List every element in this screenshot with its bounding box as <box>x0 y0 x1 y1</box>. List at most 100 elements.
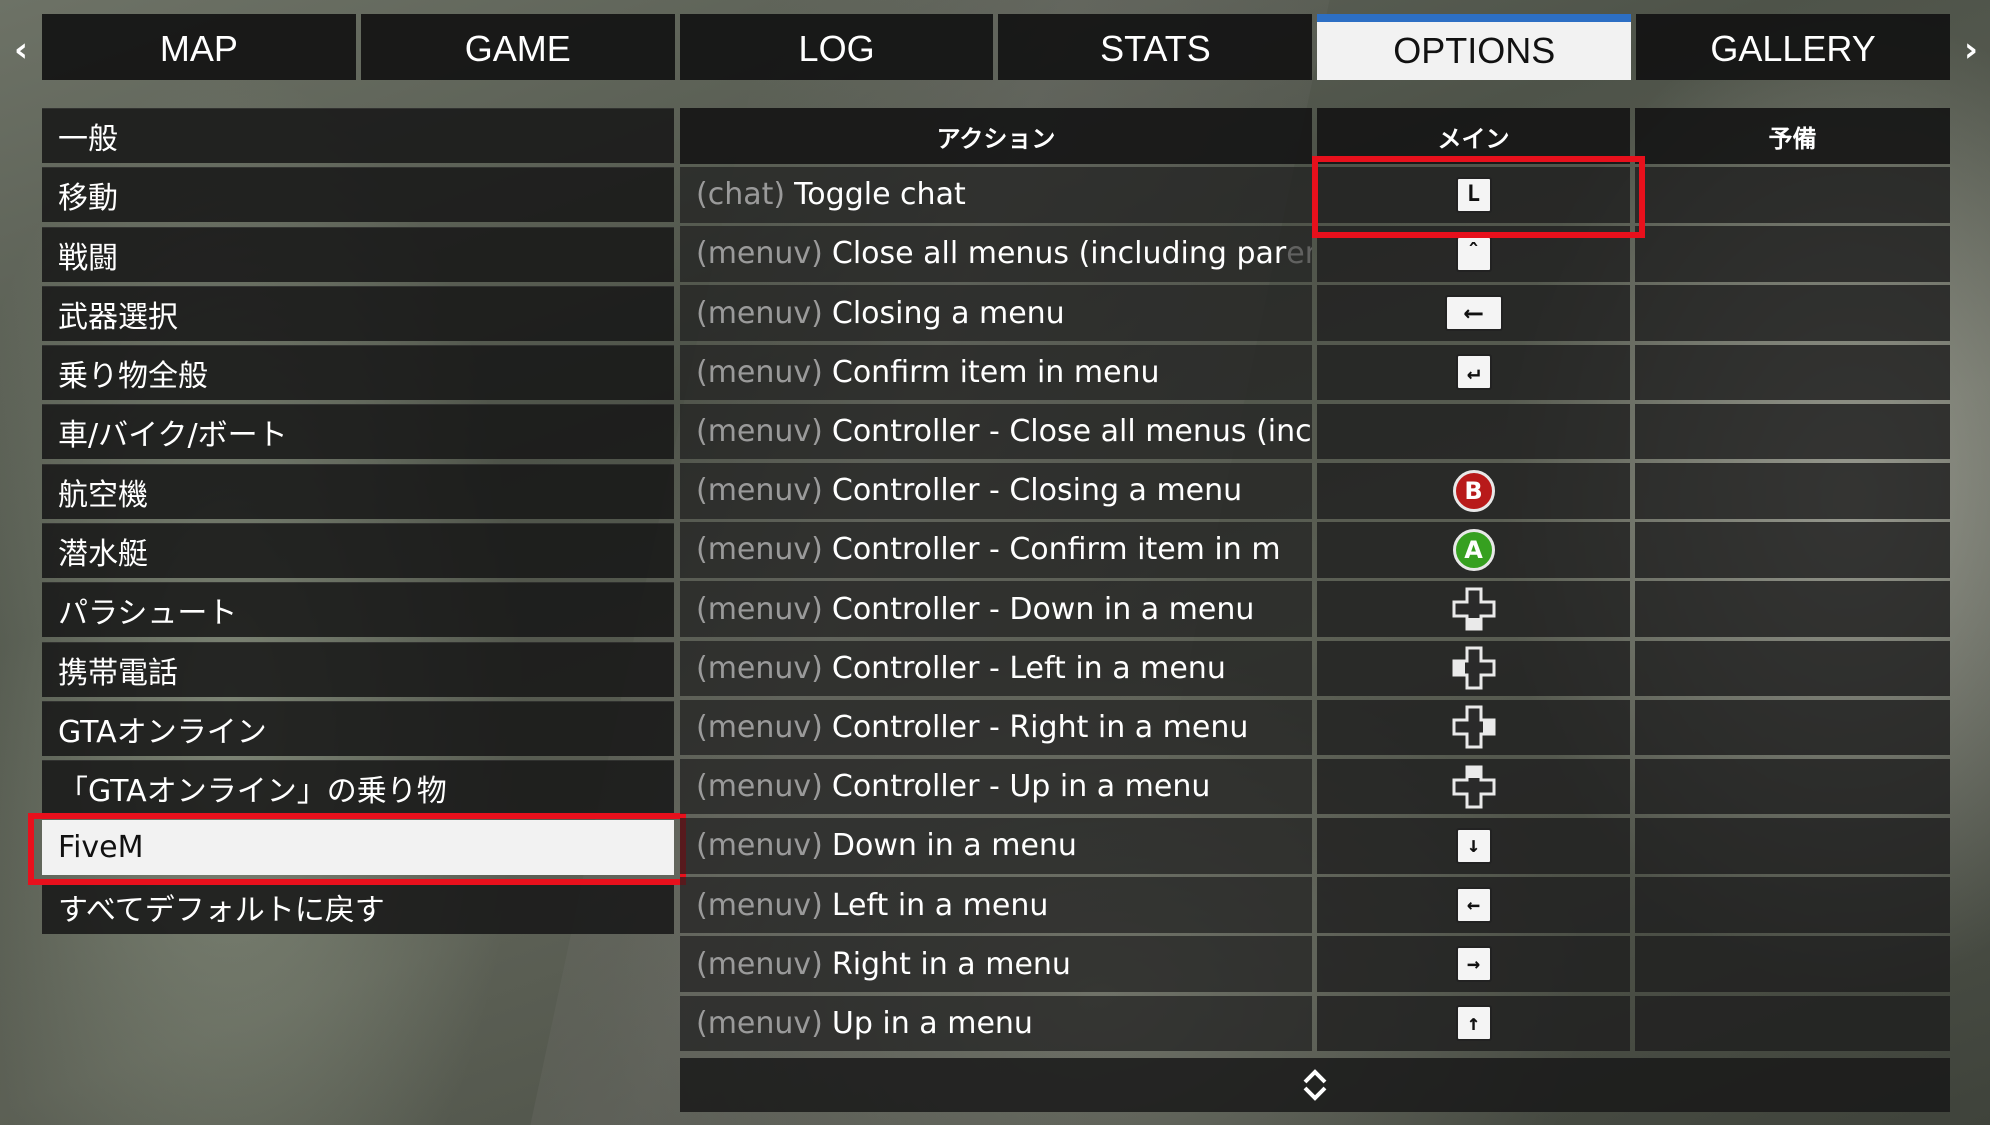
table-row[interactable]: (menuv) Controller - Left in a menu <box>680 640 1950 697</box>
menu-item[interactable]: 「GTAオンライン」の乗り物 <box>42 760 674 816</box>
header-alt: 予備 <box>1635 108 1950 164</box>
table-row[interactable]: (menuv) Controller - Close all menus (inc… <box>680 403 1950 460</box>
table-row[interactable]: (menuv) Up in a menu ↑ <box>680 995 1950 1052</box>
tab-map[interactable]: MAP <box>42 14 356 80</box>
menu-item[interactable]: 車/バイク/ボート <box>42 404 674 460</box>
chevron-left-icon[interactable]: ‹ <box>6 30 36 70</box>
action-name-overflow: ents) <box>1286 236 1312 272</box>
action-prefix: (menuv) <box>696 650 823 686</box>
menu-item[interactable]: 航空機 <box>42 463 674 519</box>
action-prefix: (menuv) <box>696 532 823 568</box>
action-cell: (menuv) Right in a menu <box>680 936 1312 993</box>
alt-binding-cell[interactable] <box>1635 818 1950 874</box>
table-row[interactable]: (menuv) Controller - Down in a menu <box>680 581 1950 637</box>
alt-binding-cell[interactable] <box>1635 462 1950 519</box>
selection-highlight-box <box>28 813 686 885</box>
table-row[interactable]: (menuv) Right in a menu → <box>680 936 1950 993</box>
chevron-right-icon[interactable]: › <box>1956 30 1986 70</box>
alt-binding-cell[interactable] <box>1635 995 1950 1052</box>
action-prefix: (menuv) <box>696 414 823 450</box>
action-name: Controller - Confirm item in m <box>831 532 1281 568</box>
action-prefix: (chat) <box>696 177 786 213</box>
main-binding-cell[interactable] <box>1317 758 1630 815</box>
action-cell: (menuv) Controller - Up in a menu <box>680 758 1312 815</box>
main-binding-cell[interactable] <box>1317 403 1630 460</box>
alt-binding-cell[interactable] <box>1635 699 1950 756</box>
menu-item[interactable]: パラシュート <box>42 582 674 638</box>
menu-item[interactable]: GTAオンライン <box>42 700 674 756</box>
table-row[interactable]: (menuv) Left in a menu ← <box>680 877 1950 933</box>
main-binding-cell[interactable]: ← <box>1317 877 1630 933</box>
tab-stats[interactable]: STATS <box>998 14 1313 80</box>
header-action: アクション <box>680 108 1312 164</box>
action-prefix: (menuv) <box>696 354 823 390</box>
alt-binding-cell[interactable] <box>1635 640 1950 697</box>
action-prefix: (menuv) <box>696 236 823 272</box>
main-binding-cell[interactable]: → <box>1317 936 1630 993</box>
scroll-updown-icon[interactable] <box>1300 1065 1330 1105</box>
tab-game[interactable]: GAME <box>360 14 675 80</box>
action-cell: (menuv)Close all menus (including parent… <box>680 226 1312 282</box>
alt-binding-cell[interactable] <box>1635 936 1950 993</box>
dpad-left-icon <box>1452 646 1495 690</box>
action-cell: (menuv) Confirm item in menu <box>680 344 1312 401</box>
alt-binding-cell[interactable] <box>1635 403 1950 460</box>
table-row[interactable]: (menuv) Controller - Right in a menu <box>680 699 1950 756</box>
action-name: Controller - Up in a menu <box>831 769 1211 805</box>
alt-binding-cell[interactable] <box>1635 877 1950 933</box>
action-prefix: (menuv) <box>696 887 823 923</box>
main-binding-cell[interactable] <box>1317 699 1630 756</box>
action-prefix: (menuv) <box>696 473 823 509</box>
action-prefix: (menuv) <box>696 946 823 982</box>
keyboard-key-icon: → <box>1455 946 1492 983</box>
table-row[interactable]: (menuv) Confirm item in menu ↵ <box>680 344 1950 401</box>
main-binding-cell[interactable]: ⟵ <box>1317 285 1630 341</box>
action-cell: (menuv) Left in a menu <box>680 877 1312 933</box>
alt-binding-cell[interactable] <box>1635 581 1950 637</box>
action-prefix: (menuv) <box>696 295 823 331</box>
menu-item[interactable]: 移動 <box>42 167 674 223</box>
alt-binding-cell[interactable] <box>1635 167 1950 223</box>
menu-item[interactable]: 一般 <box>42 108 674 163</box>
action-cell: (menuv) Controller - Down in a menu <box>680 581 1312 637</box>
table-row[interactable]: (menuv) Closing a menu ⟵ <box>680 285 1950 341</box>
main-binding-cell[interactable]: ↓ <box>1317 818 1630 874</box>
main-key-highlight-box <box>1312 156 1645 238</box>
table-row[interactable]: (menuv) Controller - Confirm item in m A <box>680 522 1950 578</box>
menu-item[interactable]: すべてデフォルトに戻す <box>42 878 674 934</box>
menu-item[interactable]: 携帯電話 <box>42 641 674 697</box>
menu-item[interactable]: 潜水艇 <box>42 523 674 579</box>
alt-binding-cell[interactable] <box>1635 285 1950 341</box>
tab-log[interactable]: LOG <box>679 14 994 80</box>
controller-a-button-icon: A <box>1452 528 1495 571</box>
menu-item[interactable]: 武器選択 <box>42 285 674 341</box>
keyboard-key-icon: ↵ <box>1455 354 1492 391</box>
action-name: Up in a menu <box>831 1005 1033 1041</box>
table-row[interactable]: (menuv) Controller - Closing a menu B <box>680 462 1950 519</box>
main-binding-cell[interactable] <box>1317 581 1630 637</box>
table-row[interactable]: (menuv) Down in a menu ↓ <box>680 818 1950 874</box>
main-binding-cell[interactable] <box>1317 640 1630 697</box>
dpad-right-icon <box>1452 705 1495 749</box>
main-binding-cell[interactable]: ↑ <box>1317 995 1630 1052</box>
tab-gallery[interactable]: GALLERY <box>1636 14 1950 80</box>
action-cell: (menuv) Controller - Right in a menu <box>680 699 1312 756</box>
alt-binding-cell[interactable] <box>1635 522 1950 578</box>
alt-binding-cell[interactable] <box>1635 226 1950 282</box>
alt-binding-cell[interactable] <box>1635 758 1950 815</box>
action-name: Controller - Right in a menu <box>831 709 1249 745</box>
tab-options[interactable]: OPTIONS <box>1317 14 1632 80</box>
tab-bar: MAP GAME LOG STATS OPTIONS GALLERY <box>42 14 1950 80</box>
alt-binding-cell[interactable] <box>1635 344 1950 401</box>
action-name: Left in a menu <box>831 887 1049 923</box>
main-binding-cell[interactable]: A <box>1317 522 1630 578</box>
menu-item[interactable]: 乗り物全般 <box>42 345 674 401</box>
action-prefix: (menuv) <box>696 828 823 864</box>
table-row[interactable]: (menuv) Controller - Up in a menu <box>680 758 1950 815</box>
controller-b-button-icon: B <box>1452 469 1495 512</box>
menu-item[interactable]: 戦闘 <box>42 226 674 282</box>
table-body: (chat) Toggle chat L (menuv) Close all menus… <box>680 167 1950 1055</box>
keyboard-key-icon: ˆ <box>1455 235 1492 272</box>
main-binding-cell[interactable]: ↵ <box>1317 344 1630 401</box>
main-binding-cell[interactable]: B <box>1317 462 1630 519</box>
